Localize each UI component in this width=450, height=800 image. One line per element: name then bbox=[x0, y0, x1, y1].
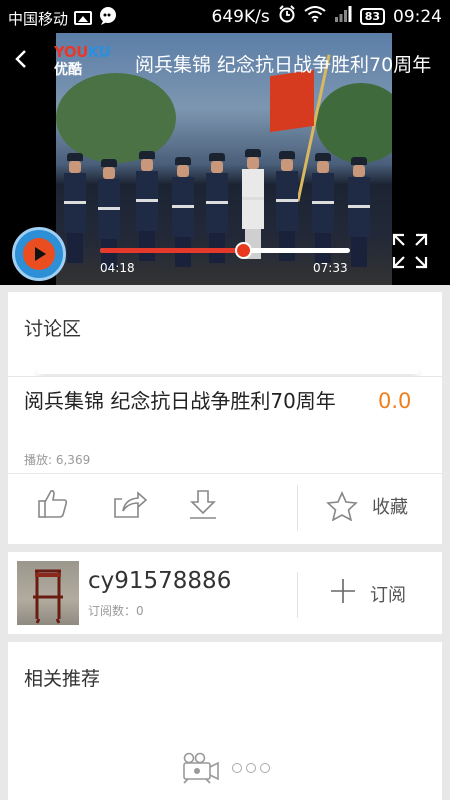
share-icon bbox=[114, 491, 148, 518]
video-info-title: 阅兵集锦 纪念抗日战争胜利70周年 bbox=[24, 389, 336, 413]
fullscreen-icon bbox=[392, 233, 428, 269]
back-button[interactable] bbox=[14, 47, 38, 77]
signal-icon bbox=[334, 6, 352, 27]
video-info-card: 阅兵集锦 纪念抗日战争胜利70周年 0.0 播放: 6,369 收藏 bbox=[8, 376, 442, 544]
wifi-icon bbox=[304, 6, 326, 27]
thumbs-up-icon bbox=[38, 490, 68, 518]
youku-logo: YOUKU 优酷 bbox=[54, 43, 111, 79]
progress-fill bbox=[100, 248, 243, 253]
uploader-divider bbox=[297, 572, 298, 618]
plus-icon bbox=[330, 578, 356, 610]
fullscreen-button[interactable] bbox=[390, 231, 430, 271]
subscribe-label: 订阅 bbox=[370, 585, 406, 606]
favorite-button[interactable]: 收藏 bbox=[326, 491, 408, 521]
loading-dot bbox=[246, 763, 256, 773]
total-time: 07:33 bbox=[313, 261, 348, 275]
logo-text-cn: 优酷 bbox=[54, 62, 82, 78]
clock: 09:24 bbox=[393, 6, 442, 27]
discussion-label: 讨论区 bbox=[24, 318, 82, 340]
info-divider bbox=[8, 473, 442, 474]
subscribe-button[interactable]: 订阅 bbox=[330, 578, 406, 610]
image-icon bbox=[74, 11, 93, 25]
battery-icon: 83 bbox=[359, 8, 385, 25]
recommendations-card: 相关推荐 bbox=[8, 642, 442, 800]
logo-text-ku: KU bbox=[87, 43, 111, 61]
uploader-card: cy91578886 订阅数：0 订阅 bbox=[8, 552, 442, 634]
download-button[interactable] bbox=[186, 487, 226, 527]
video-title: 阅兵集锦 纪念抗日战争胜利70周年 bbox=[135, 54, 432, 76]
favorite-label: 收藏 bbox=[372, 497, 408, 518]
star-icon bbox=[326, 491, 358, 521]
alarm-icon bbox=[278, 5, 296, 28]
progress-knob[interactable] bbox=[234, 242, 252, 259]
back-arrow-icon bbox=[15, 50, 26, 68]
discussion-card[interactable]: 讨论区 bbox=[8, 292, 442, 376]
message-bubble-icon bbox=[98, 6, 118, 30]
network-speed: 649K/s bbox=[211, 6, 270, 27]
rating-score: 0.0 bbox=[378, 389, 412, 413]
loading-dot bbox=[232, 763, 242, 773]
share-button[interactable] bbox=[112, 487, 152, 527]
video-player[interactable]: YOUKU 优酷 阅兵集锦 纪念抗日战争胜利70周年 04:18 07:33 bbox=[0, 33, 450, 285]
play-count: 播放: 6,369 bbox=[24, 453, 91, 467]
carrier-label: 中国移动 bbox=[8, 9, 69, 28]
discussion-divider bbox=[38, 366, 418, 374]
play-button[interactable] bbox=[12, 227, 66, 281]
current-time: 04:18 bbox=[100, 261, 135, 275]
loading-dot bbox=[260, 763, 270, 773]
chair-image bbox=[33, 569, 63, 624]
loading-indicator bbox=[180, 752, 270, 784]
status-bar: 中国移动 649K/s 83 09:24 bbox=[0, 0, 450, 33]
progress-bar[interactable] bbox=[100, 242, 350, 259]
play-icon bbox=[23, 238, 55, 270]
download-icon bbox=[190, 490, 216, 519]
subscriber-count: 订阅数：0 bbox=[88, 604, 144, 618]
actions-divider bbox=[297, 485, 298, 531]
recommendations-label: 相关推荐 bbox=[24, 668, 101, 690]
camera-loading-icon bbox=[183, 752, 219, 784]
avatar[interactable] bbox=[17, 561, 79, 625]
uploader-name[interactable]: cy91578886 bbox=[88, 568, 231, 594]
like-button[interactable] bbox=[36, 487, 76, 527]
